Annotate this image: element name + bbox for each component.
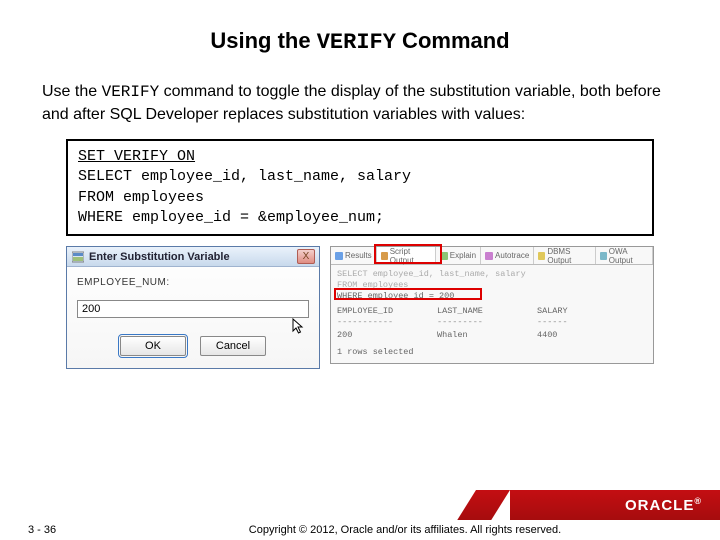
col-header-3: SALARY (537, 306, 568, 317)
col-header-1: EMPLOYEE_ID (337, 306, 437, 317)
dialog-titlebar: Enter Substitution Variable X (67, 247, 319, 267)
code-line-1: SET VERIFY ON (78, 148, 195, 165)
title-mono: VERIFY (317, 30, 396, 55)
copyright: Copyright © 2012, Oracle and/or its affi… (90, 524, 720, 536)
code-line-3: FROM employees (78, 188, 642, 208)
dialog-field-label: EMPLOYEE_NUM: (77, 277, 309, 288)
title-post: Command (396, 28, 510, 53)
substitution-dialog: Enter Substitution Variable X EMPLOYEE_N… (66, 246, 320, 369)
tab-owa-output[interactable]: OWA Output (596, 247, 653, 264)
dialog-app-icon (71, 250, 85, 264)
cancel-button[interactable]: Cancel (200, 336, 266, 356)
highlight-where (334, 288, 482, 300)
tab-results[interactable]: Results (331, 247, 377, 264)
body-pre: Use the (42, 83, 102, 100)
body-text: Use the VERIFY command to toggle the dis… (42, 81, 678, 125)
dialog-title-text: Enter Substitution Variable (89, 251, 293, 263)
highlight-tab (374, 244, 442, 264)
output-body: SELECT employee_id, last_name, salary FR… (331, 265, 653, 362)
employee-num-input[interactable]: 200 (77, 300, 309, 318)
output-line-1: SELECT employee_id, last_name, salary (337, 269, 647, 280)
slide-title: Using the VERIFY Command (0, 0, 720, 81)
code-line-2: SELECT employee_id, last_name, salary (78, 167, 642, 187)
close-button[interactable]: X (297, 249, 315, 264)
cursor-icon (292, 318, 306, 341)
col-header-2: LAST_NAME (437, 306, 537, 317)
brand-banner: ORACLE® (510, 490, 720, 520)
tab-dbms-output[interactable]: DBMS Output (534, 247, 595, 264)
page-number: 3 - 36 (0, 524, 90, 536)
cell-salary: 4400 (537, 330, 557, 341)
ok-button[interactable]: OK (120, 336, 186, 356)
code-line-4: WHERE employee_id = &employee_num; (78, 208, 642, 228)
tab-autotrace[interactable]: Autotrace (481, 247, 534, 264)
body-mono: VERIFY (102, 83, 160, 101)
rows-selected: 1 rows selected (337, 347, 647, 358)
cell-employee-id: 200 (337, 330, 437, 341)
tab-explain[interactable]: Explain (436, 247, 481, 264)
code-block: SET VERIFY ON SELECT employee_id, last_n… (66, 139, 654, 236)
cell-last-name: Whalen (437, 330, 537, 341)
title-pre: Using the (210, 28, 316, 53)
